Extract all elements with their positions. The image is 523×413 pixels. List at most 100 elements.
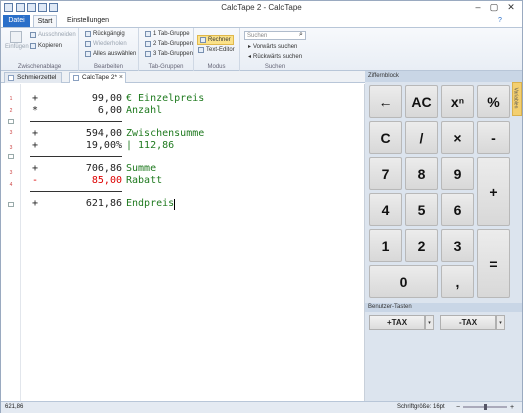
- copy-button[interactable]: Kopieren: [30, 43, 62, 49]
- minimize-button[interactable]: –: [471, 2, 485, 13]
- tab-groups-group: 1 Tab-Gruppe 2 Tab-Gruppen 3 Tab-Gruppen…: [139, 28, 194, 71]
- search-backward-label: Rückwärts suchen: [253, 53, 303, 60]
- undo-button[interactable]: Rückgängig: [85, 31, 125, 37]
- three-tab-groups-button[interactable]: 3 Tab-Gruppen: [145, 51, 193, 57]
- undo-icon: [85, 31, 91, 37]
- line-number: 3: [9, 130, 13, 136]
- line-note-icon: [8, 119, 14, 124]
- tape-comment: | 112,86: [126, 140, 175, 151]
- line-note-icon: [8, 202, 14, 207]
- key-6[interactable]: 6: [441, 193, 474, 226]
- keypad: ← AC xⁿ % C / × - 7 8 9 + 4 5 6 1 2 3 = …: [369, 85, 512, 306]
- tab-file[interactable]: Datei: [3, 15, 30, 27]
- key-multiply[interactable]: ×: [441, 121, 474, 154]
- clipboard-group: Einfügen Ausschneiden Kopieren Zwischena…: [1, 28, 79, 71]
- select-all-button[interactable]: Alles auswählen: [85, 51, 136, 57]
- scissors-icon: [30, 32, 36, 38]
- close-tab-icon[interactable]: ×: [119, 73, 123, 83]
- key-4[interactable]: 4: [369, 193, 402, 226]
- tape-operator: +: [31, 128, 39, 139]
- key-8[interactable]: 8: [405, 157, 438, 190]
- tape-value: 19,00%: [85, 140, 122, 151]
- three-tab-groups-label: 3 Tab-Gruppen: [153, 51, 193, 57]
- line-note-icon: [8, 154, 14, 159]
- key-9[interactable]: 9: [441, 157, 474, 190]
- one-tab-group-button[interactable]: 1 Tab-Gruppe: [145, 31, 190, 37]
- tape-comment: Rabatt: [126, 175, 163, 186]
- key-minus[interactable]: -: [477, 121, 510, 154]
- text-editor-mode-button[interactable]: Text-Editor: [198, 47, 235, 53]
- line-number: 4: [9, 182, 13, 188]
- tape-value: 85,00: [91, 175, 122, 186]
- two-tab-groups-button[interactable]: 2 Tab-Gruppen: [145, 41, 193, 47]
- key-3[interactable]: 3: [441, 229, 474, 262]
- document-tab-bar: Schmierzettel CalcTape 2* ×: [1, 71, 365, 83]
- key-power[interactable]: xⁿ: [441, 85, 474, 118]
- key-all-clear[interactable]: AC: [405, 85, 438, 118]
- calculator-icon: [200, 37, 206, 43]
- tape-operator: +: [31, 163, 39, 174]
- close-button[interactable]: ✕: [504, 2, 518, 13]
- search-input[interactable]: Suchen: [244, 31, 306, 40]
- calculator-mode-label: Rechner: [208, 37, 231, 43]
- key-backspace[interactable]: ←: [369, 85, 402, 118]
- search-forward-button[interactable]: ▸ Vorwärts suchen: [248, 43, 298, 51]
- window-title: CalcTape 2 - CalcTape: [221, 3, 302, 12]
- two-groups-icon: [145, 41, 151, 47]
- search-group-label: Suchen: [264, 64, 286, 70]
- key-divide[interactable]: /: [405, 121, 438, 154]
- doc-tab-calctape[interactable]: CalcTape 2* ×: [69, 72, 126, 83]
- calculator-mode-button[interactable]: Rechner: [197, 35, 234, 45]
- key-5[interactable]: 5: [405, 193, 438, 226]
- tax-plus-dropdown-icon[interactable]: ▾: [425, 315, 434, 330]
- arrow-left-icon: ◂: [248, 54, 252, 60]
- key-percent[interactable]: %: [477, 85, 510, 118]
- maximize-button[interactable]: ▢: [487, 2, 501, 13]
- key-comma[interactable]: ,: [441, 265, 474, 298]
- redo-button[interactable]: Wiederholen: [85, 41, 127, 47]
- undo-label: Rückgängig: [93, 31, 125, 37]
- help-icon[interactable]: ?: [498, 17, 502, 24]
- calc-tape-editor[interactable]: 1 2 3 3 3 4 + 99,00 € Einzelpreis * 6,00…: [1, 84, 365, 401]
- tape-separator: [30, 121, 122, 122]
- status-font-size: Schriftgröße: 16pt: [397, 404, 445, 410]
- side-panel: Ziffernblock Variablen ← AC xⁿ % C / × -…: [365, 71, 522, 401]
- tape-comment: Zwischensumme: [126, 128, 205, 139]
- app-window: CalcTape 2 - CalcTape – ▢ ✕ Datei Start …: [0, 0, 523, 413]
- tax-minus-button[interactable]: -TAX: [440, 315, 496, 330]
- zoom-in-icon[interactable]: +: [510, 402, 514, 413]
- tape-comment: Summe: [126, 163, 157, 174]
- tape-operator: +: [31, 93, 39, 104]
- paste-button[interactable]: Einfügen: [5, 31, 29, 50]
- key-2[interactable]: 2: [405, 229, 438, 262]
- paste-icon: [10, 31, 22, 43]
- clipboard-group-label: Zwischenablage: [17, 64, 62, 70]
- tape-comment: Anzahl: [126, 105, 163, 116]
- mode-group-label: Modus: [207, 64, 226, 70]
- search-icon[interactable]: ⌕: [299, 31, 303, 39]
- variables-tab[interactable]: Variablen: [512, 82, 522, 116]
- key-1[interactable]: 1: [369, 229, 402, 262]
- zoom-slider-handle[interactable]: [484, 404, 487, 410]
- key-0[interactable]: 0: [369, 265, 438, 298]
- key-7[interactable]: 7: [369, 157, 402, 190]
- select-all-label: Alles auswählen: [93, 51, 137, 57]
- tax-plus-button[interactable]: +TAX: [369, 315, 425, 330]
- key-clear[interactable]: C: [369, 121, 402, 154]
- search-backward-button[interactable]: ◂ Rückwärts suchen: [248, 53, 303, 61]
- search-forward-label: Vorwärts suchen: [253, 43, 298, 50]
- doc-tab-scratch[interactable]: Schmierzettel: [4, 72, 62, 83]
- tab-start[interactable]: Start: [33, 15, 57, 27]
- text-editor-mode-label: Text-Editor: [206, 47, 235, 53]
- cut-label: Ausschneiden: [38, 32, 76, 38]
- key-plus[interactable]: +: [477, 157, 510, 226]
- text-editor-icon: [198, 47, 204, 53]
- cut-button[interactable]: Ausschneiden: [30, 32, 76, 38]
- search-group: Suchen ⌕ ▸ Vorwärts suchen ◂ Rückwärts suc…: [240, 28, 310, 71]
- tax-minus-dropdown-icon[interactable]: ▾: [496, 315, 505, 330]
- tab-settings[interactable]: Einstellungen: [61, 15, 115, 27]
- edit-group: Rückgängig Wiederholen Alles auswählen B…: [79, 28, 139, 71]
- ribbon-tab-row: Datei Start Einstellungen ?: [1, 15, 522, 27]
- zoom-out-icon[interactable]: −: [456, 402, 460, 413]
- key-equals[interactable]: =: [477, 229, 510, 298]
